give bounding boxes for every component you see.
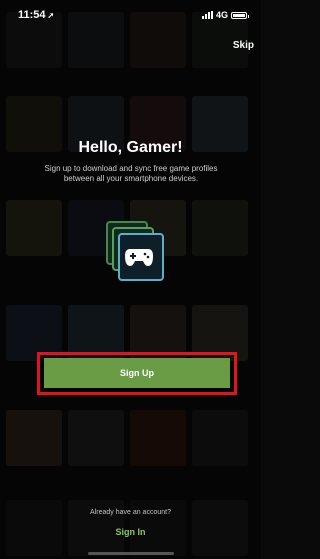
network-label: 4G: [215, 10, 228, 20]
skip-button[interactable]: Skip: [233, 40, 254, 51]
already-have-account-text: Already have an account?: [90, 509, 171, 516]
status-bar: 11:54 ➚ 4G: [0, 0, 261, 34]
signal-icon: [201, 11, 213, 19]
sign-in-link[interactable]: Sign In: [0, 527, 261, 537]
home-indicator[interactable]: [88, 552, 174, 555]
status-time: 11:54: [18, 9, 46, 21]
battery-icon: [231, 11, 249, 19]
location-arrow-icon: ➚: [47, 11, 55, 20]
page-title: Hello, Gamer!: [78, 139, 183, 156]
gamepad-stack-icon: [106, 221, 168, 281]
page-subtitle: Sign up to download and sync free game p…: [44, 164, 218, 183]
sign-up-button[interactable]: Sign Up: [44, 358, 230, 388]
